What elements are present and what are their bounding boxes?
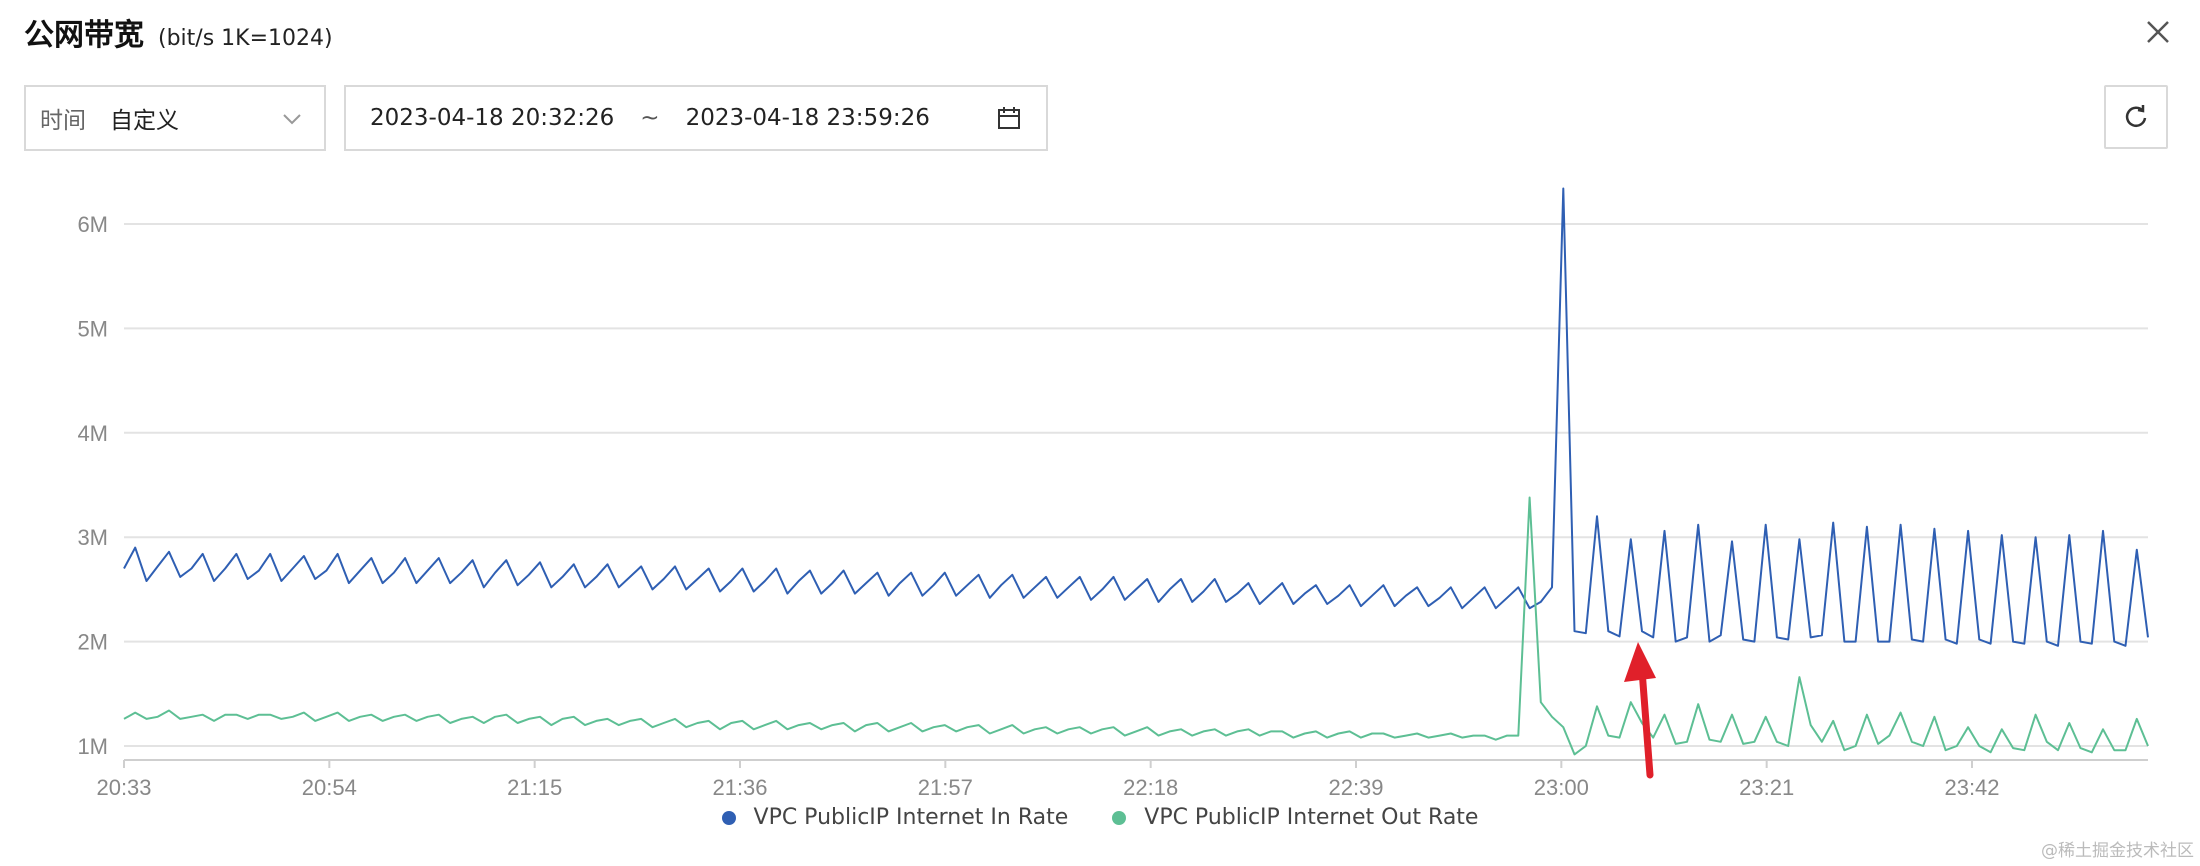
panel-subtitle: (bit/s 1K=1024) xyxy=(158,26,333,51)
annotation-arrow-head xyxy=(1624,642,1656,682)
date-range-picker[interactable]: 2023-04-18 20:32:26 ~ 2023-04-18 23:59:2… xyxy=(344,85,1048,151)
y-tick-label: 6M xyxy=(77,212,108,237)
y-tick-label: 2M xyxy=(77,630,108,655)
panel-title: 公网带宽 xyxy=(24,18,144,53)
x-tick-label: 21:57 xyxy=(918,775,973,800)
bandwidth-chart: 1M 2M 3M 4M 5M 6M 20:33 20:54 21:15 21:36 21:57 22:… xyxy=(77,187,2149,800)
x-tick-label: 22:39 xyxy=(1328,775,1383,800)
x-tick-label: 20:33 xyxy=(96,775,151,800)
watermark: @稀土掘金技术社区 xyxy=(2041,841,2194,861)
range-separator: ~ xyxy=(640,105,660,131)
series-line-1 xyxy=(123,496,2149,756)
series-line-0 xyxy=(123,187,2149,647)
y-tick-label: 3M xyxy=(77,525,108,550)
refresh-icon xyxy=(2125,105,2147,127)
legend-dot-out-rate xyxy=(1112,810,1127,825)
time-select-value: 自定义 xyxy=(110,108,179,134)
range-start: 2023-04-18 20:32:26 xyxy=(370,105,615,131)
legend-label-in-rate: VPC PublicIP Internet In Rate xyxy=(753,805,1069,830)
calendar-icon xyxy=(998,107,1020,129)
chevron-down-icon xyxy=(283,114,301,125)
legend-dot-in-rate xyxy=(721,810,736,825)
x-tick-label: 23:21 xyxy=(1739,775,1794,800)
y-tick-label: 4M xyxy=(77,421,108,446)
x-tick-label: 23:42 xyxy=(1944,775,1999,800)
close-icon[interactable] xyxy=(2140,14,2176,50)
x-tick-label: 21:36 xyxy=(712,775,767,800)
panel-header: 公网带宽 (bit/s 1K=1024) xyxy=(24,10,333,54)
range-end: 2023-04-18 23:59:26 xyxy=(685,105,930,131)
y-tick-label: 1M xyxy=(77,734,108,759)
legend-item-in-rate[interactable]: VPC PublicIP Internet In Rate xyxy=(721,805,1069,830)
legend-item-out-rate[interactable]: VPC PublicIP Internet Out Rate xyxy=(1112,805,1478,830)
y-tick-label: 5M xyxy=(77,316,108,341)
x-tick-label: 22:18 xyxy=(1123,775,1178,800)
chart-legend: VPC PublicIP Internet In Rate VPC Public… xyxy=(0,805,2200,830)
time-preset-select[interactable]: 时间 自定义 xyxy=(24,85,326,151)
time-select-label: 时间 xyxy=(40,108,86,134)
x-tick-label: 21:15 xyxy=(507,775,562,800)
refresh-button[interactable] xyxy=(2104,85,2168,149)
x-tick-label: 20:54 xyxy=(302,775,357,800)
x-tick-label: 23:00 xyxy=(1534,775,1589,800)
legend-label-out-rate: VPC PublicIP Internet Out Rate xyxy=(1144,805,1479,830)
